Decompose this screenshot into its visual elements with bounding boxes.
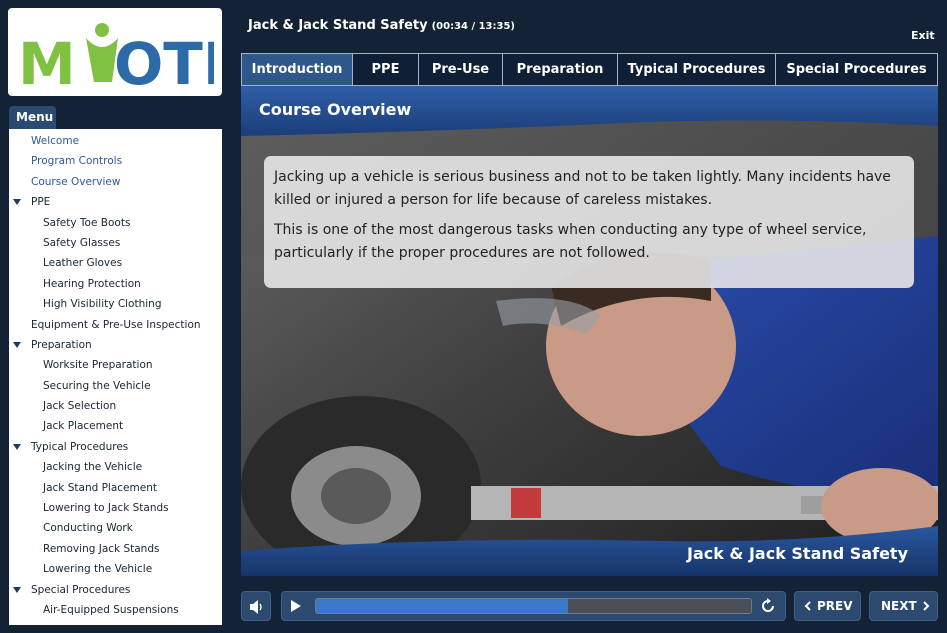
mute-button[interactable] bbox=[241, 591, 271, 621]
menu-item-air-equipped-suspensions[interactable]: Air-Equipped Suspensions bbox=[9, 600, 222, 620]
menu-item-leather-gloves[interactable]: Leather Gloves bbox=[9, 253, 222, 273]
course-footer-title: Jack & Jack Stand Safety bbox=[686, 544, 908, 563]
menu-item-label: Securing the Vehicle bbox=[43, 379, 151, 392]
tab-pre-use[interactable]: Pre-Use bbox=[419, 53, 503, 86]
menu-item-label: Safety Toe Boots bbox=[43, 216, 131, 229]
prev-button[interactable]: PREV bbox=[794, 591, 861, 621]
menu-item-program-controls[interactable]: Program Controls bbox=[9, 151, 222, 171]
menu-item-worksite-preparation[interactable]: Worksite Preparation bbox=[9, 355, 222, 375]
menu-item-jack-placement[interactable]: Jack Placement bbox=[9, 416, 222, 436]
section-title: Course Overview bbox=[259, 100, 412, 119]
menu-item-label: Jack Stand Placement bbox=[43, 481, 157, 494]
expand-triangle-icon[interactable] bbox=[13, 443, 21, 450]
progress-bar[interactable] bbox=[315, 598, 752, 614]
overview-paragraph-1: Jacking up a vehicle is serious business… bbox=[274, 169, 891, 208]
expand-triangle-icon[interactable] bbox=[13, 586, 21, 593]
progress-fill bbox=[316, 599, 569, 613]
replay-icon[interactable] bbox=[759, 597, 777, 615]
overview-text-box: Jacking up a vehicle is serious business… bbox=[264, 156, 914, 288]
menu-item-typical-procedures[interactable]: Typical Procedures bbox=[9, 437, 222, 457]
logo-graphic: M OTF bbox=[18, 23, 214, 88]
next-button[interactable]: NEXT bbox=[869, 591, 938, 621]
menu-item-label: Welcome bbox=[31, 135, 80, 147]
menu-item-lowering-to-jack-stands[interactable]: Lowering to Jack Stands bbox=[9, 498, 222, 518]
myotf-logo: M OTF bbox=[8, 8, 222, 96]
menu-item-label: Worksite Preparation bbox=[43, 359, 153, 372]
menu-item-securing-the-vehicle[interactable]: Securing the Vehicle bbox=[9, 376, 222, 396]
menu-item-safety-toe-boots[interactable]: Safety Toe Boots bbox=[9, 213, 222, 233]
menu-item-label: Jack Placement bbox=[43, 420, 124, 433]
menu-item-course-overview[interactable]: Course Overview bbox=[9, 172, 222, 192]
tab-typical-procedures[interactable]: Typical Procedures bbox=[618, 53, 776, 86]
menu-item-label: Course Overview bbox=[31, 175, 121, 188]
menu-item-label: Jack Selection bbox=[43, 400, 117, 413]
menu-item-label: Typical Procedures bbox=[31, 440, 129, 453]
menu-item-conducting-work[interactable]: Conducting Work bbox=[9, 518, 222, 538]
menu-item-equipment-pre-use-inspection[interactable]: Equipment & Pre-Use Inspection bbox=[9, 315, 222, 335]
menu-item-label: Removing Jack Stands bbox=[43, 542, 160, 555]
menu-item-special-procedures[interactable]: Special Procedures bbox=[9, 580, 222, 600]
menu-list: Welcome Program Controls Course Overview PP… bbox=[9, 129, 222, 625]
menu-item-label: High Visibility Clothing bbox=[43, 298, 162, 311]
time-display: (00:34 / 13:35) bbox=[431, 21, 515, 32]
menu-item-lifting-with-loaders[interactable]: Lifting with Loaders bbox=[9, 620, 222, 625]
chevron-right-icon bbox=[923, 601, 930, 611]
media-player-bar bbox=[281, 591, 786, 621]
menu-tab: Menu bbox=[9, 106, 56, 130]
next-label: NEXT bbox=[881, 599, 917, 613]
tab-introduction[interactable]: Introduction bbox=[241, 53, 353, 86]
tab-special-procedures[interactable]: Special Procedures bbox=[776, 53, 938, 86]
play-icon[interactable] bbox=[291, 600, 301, 612]
menu-item-jack-stand-placement[interactable]: Jack Stand Placement bbox=[9, 478, 222, 498]
overview-paragraph-2: This is one of the most dangerous tasks … bbox=[274, 222, 867, 261]
expand-triangle-icon[interactable] bbox=[13, 199, 21, 206]
tab-preparation[interactable]: Preparation bbox=[503, 53, 618, 86]
logo-letters-otf: OTF bbox=[114, 30, 214, 88]
menu-item-preparation[interactable]: Preparation bbox=[9, 335, 222, 355]
menu-item-label: Program Controls bbox=[31, 155, 123, 168]
menu-item-high-visibility-clothing[interactable]: High Visibility Clothing bbox=[9, 294, 222, 314]
menu-item-label: Lowering to Jack Stands bbox=[43, 502, 169, 515]
menu-item-jacking-the-vehicle[interactable]: Jacking the Vehicle bbox=[9, 457, 222, 477]
menu-item-label: Safety Glasses bbox=[43, 236, 121, 249]
logo-letter-m: M bbox=[18, 30, 76, 88]
menu-item-jack-selection[interactable]: Jack Selection bbox=[9, 396, 222, 416]
menu-item-label: PPE bbox=[31, 196, 51, 209]
menu-item-label: Hearing Protection bbox=[43, 277, 141, 290]
tab-ppe[interactable]: PPE bbox=[353, 53, 419, 86]
menu-item-hearing-protection[interactable]: Hearing Protection bbox=[9, 274, 222, 294]
prev-label: PREV bbox=[817, 599, 853, 613]
menu-item-label: Conducting Work bbox=[43, 522, 133, 535]
speaker-icon bbox=[250, 600, 262, 614]
menu-item-label: Leather Gloves bbox=[43, 257, 123, 270]
menu-item-ppe[interactable]: PPE bbox=[9, 192, 222, 212]
menu-item-safety-glasses[interactable]: Safety Glasses bbox=[9, 233, 222, 253]
menu-item-label: Equipment & Pre-Use Inspection bbox=[31, 318, 201, 331]
chevron-left-icon bbox=[804, 601, 811, 611]
menu-item-label: Jacking the Vehicle bbox=[43, 461, 143, 474]
section-tabs: Introduction PPE Pre-Use Preparation Typical… bbox=[241, 53, 938, 86]
exit-button[interactable]: Exit bbox=[911, 29, 935, 42]
menu-item-label: Special Procedures bbox=[31, 583, 131, 596]
menu-item-welcome[interactable]: Welcome bbox=[9, 131, 222, 151]
content-area: Course Overview Jacking up a vehicle is … bbox=[241, 86, 938, 576]
menu-item-label: Lowering the Vehicle bbox=[43, 563, 153, 576]
menu-item-label: Air-Equipped Suspensions bbox=[43, 603, 179, 616]
menu-item-lowering-the-vehicle[interactable]: Lowering the Vehicle bbox=[9, 559, 222, 579]
menu-item-removing-jack-stands[interactable]: Removing Jack Stands bbox=[9, 539, 222, 559]
expand-triangle-icon[interactable] bbox=[13, 341, 21, 348]
menu-item-label: Lifting with Loaders bbox=[43, 624, 146, 625]
course-title: Jack & Jack Stand Safety (00:34 / 13:35) bbox=[248, 18, 515, 33]
menu-item-label: Preparation bbox=[31, 338, 92, 351]
course-title-text: Jack & Jack Stand Safety bbox=[248, 18, 428, 33]
menu-panel: Welcome Program Controls Course Overview PP… bbox=[9, 129, 222, 625]
